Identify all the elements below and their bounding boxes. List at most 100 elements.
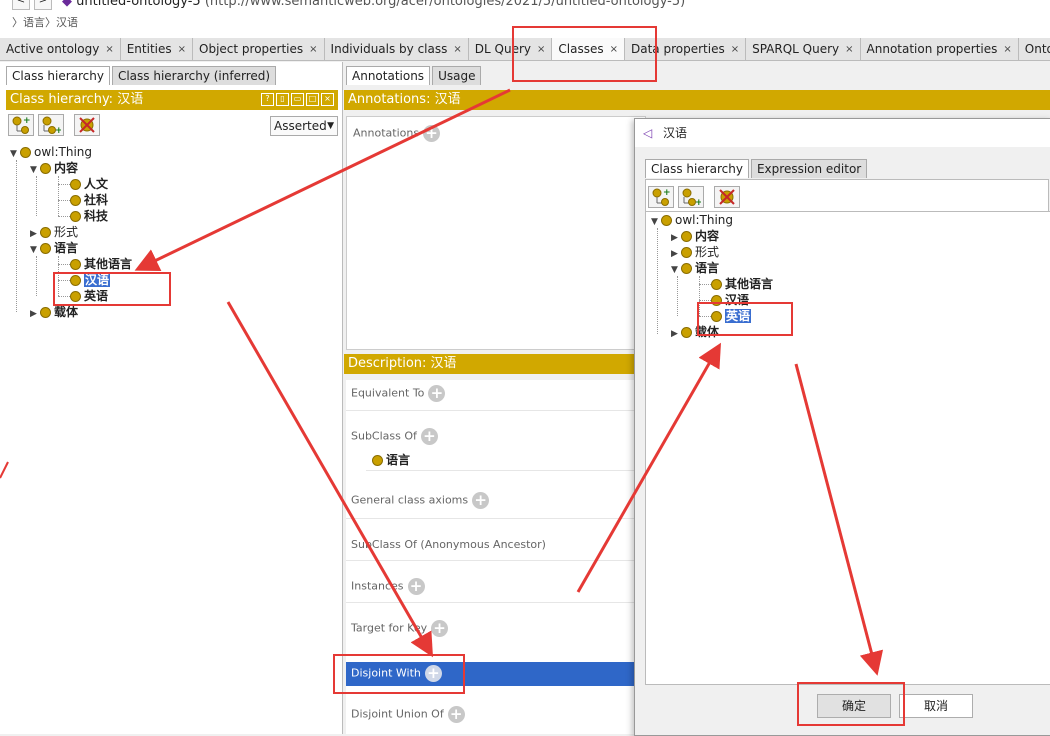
add-subclass-button[interactable]: + bbox=[8, 114, 34, 136]
tab-label: Individuals by class bbox=[330, 41, 448, 56]
annotations-field: Annotations + bbox=[353, 125, 441, 142]
close-icon[interactable]: × bbox=[105, 39, 113, 60]
class-icon bbox=[681, 231, 692, 242]
maximize-icon[interactable]: □ bbox=[306, 93, 319, 106]
annotations-box: Annotations + bbox=[346, 116, 646, 350]
split-icon[interactable]: ▯ bbox=[276, 93, 289, 106]
tab-label: Annotation properties bbox=[866, 41, 998, 56]
tab-label: Object properties bbox=[199, 41, 304, 56]
close-icon[interactable]: × bbox=[845, 39, 853, 60]
forward-icon[interactable]: > bbox=[34, 0, 52, 10]
field-label: Equivalent To bbox=[351, 386, 425, 400]
tab-ontograf[interactable]: OntoGra bbox=[1018, 38, 1050, 60]
help-icon[interactable]: ? bbox=[261, 93, 274, 106]
add-axiom-icon[interactable]: + bbox=[472, 492, 490, 509]
add-key-icon[interactable]: + bbox=[431, 620, 449, 637]
tree-node-form[interactable]: ▶ 形式 bbox=[30, 224, 78, 240]
subclass-of-item[interactable]: 语言 bbox=[372, 452, 410, 468]
collapse-icon[interactable]: ▼ bbox=[30, 242, 40, 258]
close-icon[interactable]: × bbox=[453, 39, 461, 60]
svg-text:+: + bbox=[55, 126, 61, 134]
delete-class-button[interactable] bbox=[714, 186, 740, 208]
delete-class-icon bbox=[719, 189, 735, 205]
close-icon[interactable]: × bbox=[1003, 39, 1011, 60]
field-label: Instances bbox=[351, 579, 404, 593]
tree-node-language[interactable]: ▼ 语言 bbox=[30, 240, 78, 256]
item-label: 语言 bbox=[386, 453, 411, 467]
anonymous-ancestor-field: SubClass Of (Anonymous Ancestor) bbox=[351, 538, 546, 551]
tree-node-carrier[interactable]: ▶ 载体 bbox=[30, 304, 78, 320]
add-instance-icon[interactable]: + bbox=[407, 578, 425, 595]
add-sibling-icon: + bbox=[42, 116, 61, 134]
tree-node-humanities[interactable]: 人文 bbox=[70, 176, 108, 192]
expand-icon[interactable]: ▶ bbox=[671, 326, 681, 342]
delete-class-button[interactable] bbox=[74, 114, 100, 136]
collapse-icon[interactable]: ▼ bbox=[30, 162, 40, 178]
tree-node-language[interactable]: ▼ 语言 bbox=[671, 260, 719, 276]
add-disjoint-union-icon[interactable]: + bbox=[447, 706, 465, 723]
tab-class-hierarchy-inferred[interactable]: Class hierarchy (inferred) bbox=[111, 66, 277, 85]
close-icon[interactable]: × bbox=[178, 39, 186, 60]
highlight-disjoint-with bbox=[333, 654, 465, 694]
annotations-header: Annotations: 汉语 bbox=[344, 90, 1050, 110]
cancel-button[interactable]: 取消 bbox=[899, 694, 973, 718]
highlight-english-node bbox=[697, 302, 793, 336]
close-icon[interactable]: × bbox=[309, 39, 317, 60]
tree-node-content[interactable]: ▼ 内容 bbox=[30, 160, 78, 176]
add-annotation-icon[interactable]: + bbox=[423, 125, 441, 142]
tab-annotation-properties[interactable]: Annotation properties × bbox=[860, 38, 1019, 60]
field-label: SubClass Of bbox=[351, 429, 417, 443]
add-subclass-icon: + bbox=[12, 116, 31, 134]
tree-node-technology[interactable]: 科技 bbox=[70, 208, 108, 224]
header-label: Class hierarchy: 汉语 bbox=[10, 92, 144, 107]
add-equivalent-icon[interactable]: + bbox=[428, 385, 446, 402]
node-label: 其他语言 bbox=[84, 257, 133, 271]
class-icon bbox=[40, 163, 51, 174]
tree-node-form[interactable]: ▶ 形式 bbox=[671, 244, 719, 260]
class-icon bbox=[711, 279, 722, 290]
back-icon[interactable]: < bbox=[12, 0, 30, 10]
add-sibling-button[interactable]: + bbox=[38, 114, 64, 136]
add-subclass-button[interactable]: + bbox=[648, 186, 674, 208]
node-label: 形式 bbox=[54, 225, 79, 239]
tree-node-social-science[interactable]: 社科 bbox=[70, 192, 108, 208]
add-sibling-icon: + bbox=[682, 188, 701, 206]
expand-icon[interactable]: ▶ bbox=[30, 306, 40, 322]
tab-annotations[interactable]: Annotations bbox=[346, 66, 431, 85]
tab-entities[interactable]: Entities × bbox=[120, 38, 194, 60]
tree-node-content[interactable]: ▶ 内容 bbox=[671, 228, 719, 244]
tree-node-owl-thing[interactable]: ▼ owl:Thing bbox=[10, 144, 92, 160]
tree-node-other-languages[interactable]: 其他语言 bbox=[711, 276, 773, 292]
field-label: Disjoint Union Of bbox=[351, 707, 444, 721]
tree-node-other-languages[interactable]: 其他语言 bbox=[70, 256, 132, 272]
node-label: 形式 bbox=[695, 245, 720, 259]
chevron-down-icon: ▼ bbox=[327, 121, 334, 131]
asserted-dropdown[interactable]: Asserted ▼ bbox=[270, 116, 338, 136]
tab-expression-editor[interactable]: Expression editor bbox=[750, 159, 868, 178]
instances-field: Instances + bbox=[351, 578, 425, 595]
tree-node-owl-thing[interactable]: ▼ owl:Thing bbox=[651, 212, 733, 228]
collapse-icon[interactable]: ▼ bbox=[651, 214, 661, 230]
tab-usage[interactable]: Usage bbox=[432, 66, 482, 85]
tab-object-properties[interactable]: Object properties × bbox=[193, 38, 325, 60]
close-icon[interactable]: × bbox=[731, 39, 739, 60]
tab-class-hierarchy[interactable]: Class hierarchy bbox=[6, 66, 110, 85]
tab-label: SPARQL Query bbox=[752, 41, 840, 56]
class-icon bbox=[681, 247, 692, 258]
node-label: 语言 bbox=[695, 261, 720, 275]
dialog-toolbar: + + bbox=[645, 179, 1049, 211]
float-icon[interactable]: ▭ bbox=[291, 93, 304, 106]
tab-individuals-by-class[interactable]: Individuals by class × bbox=[324, 38, 469, 60]
breadcrumb: 〉语言〉汉语 bbox=[12, 16, 78, 29]
class-icon bbox=[70, 179, 81, 190]
dialog-title-bar: ◁ 汉语 bbox=[635, 119, 1050, 147]
add-subclass-of-icon[interactable]: + bbox=[420, 428, 438, 445]
field-label: Target for Key bbox=[351, 621, 428, 635]
tab-active-ontology[interactable]: Active ontology × bbox=[0, 38, 121, 60]
tab-dialog-class-hierarchy[interactable]: Class hierarchy bbox=[645, 159, 749, 178]
tab-sparql-query[interactable]: SPARQL Query × bbox=[746, 38, 861, 60]
collapse-icon[interactable]: ▼ bbox=[10, 146, 20, 162]
collapse-icon[interactable]: ▼ bbox=[671, 262, 681, 278]
add-sibling-button[interactable]: + bbox=[678, 186, 704, 208]
close-icon[interactable]: × bbox=[321, 93, 334, 106]
